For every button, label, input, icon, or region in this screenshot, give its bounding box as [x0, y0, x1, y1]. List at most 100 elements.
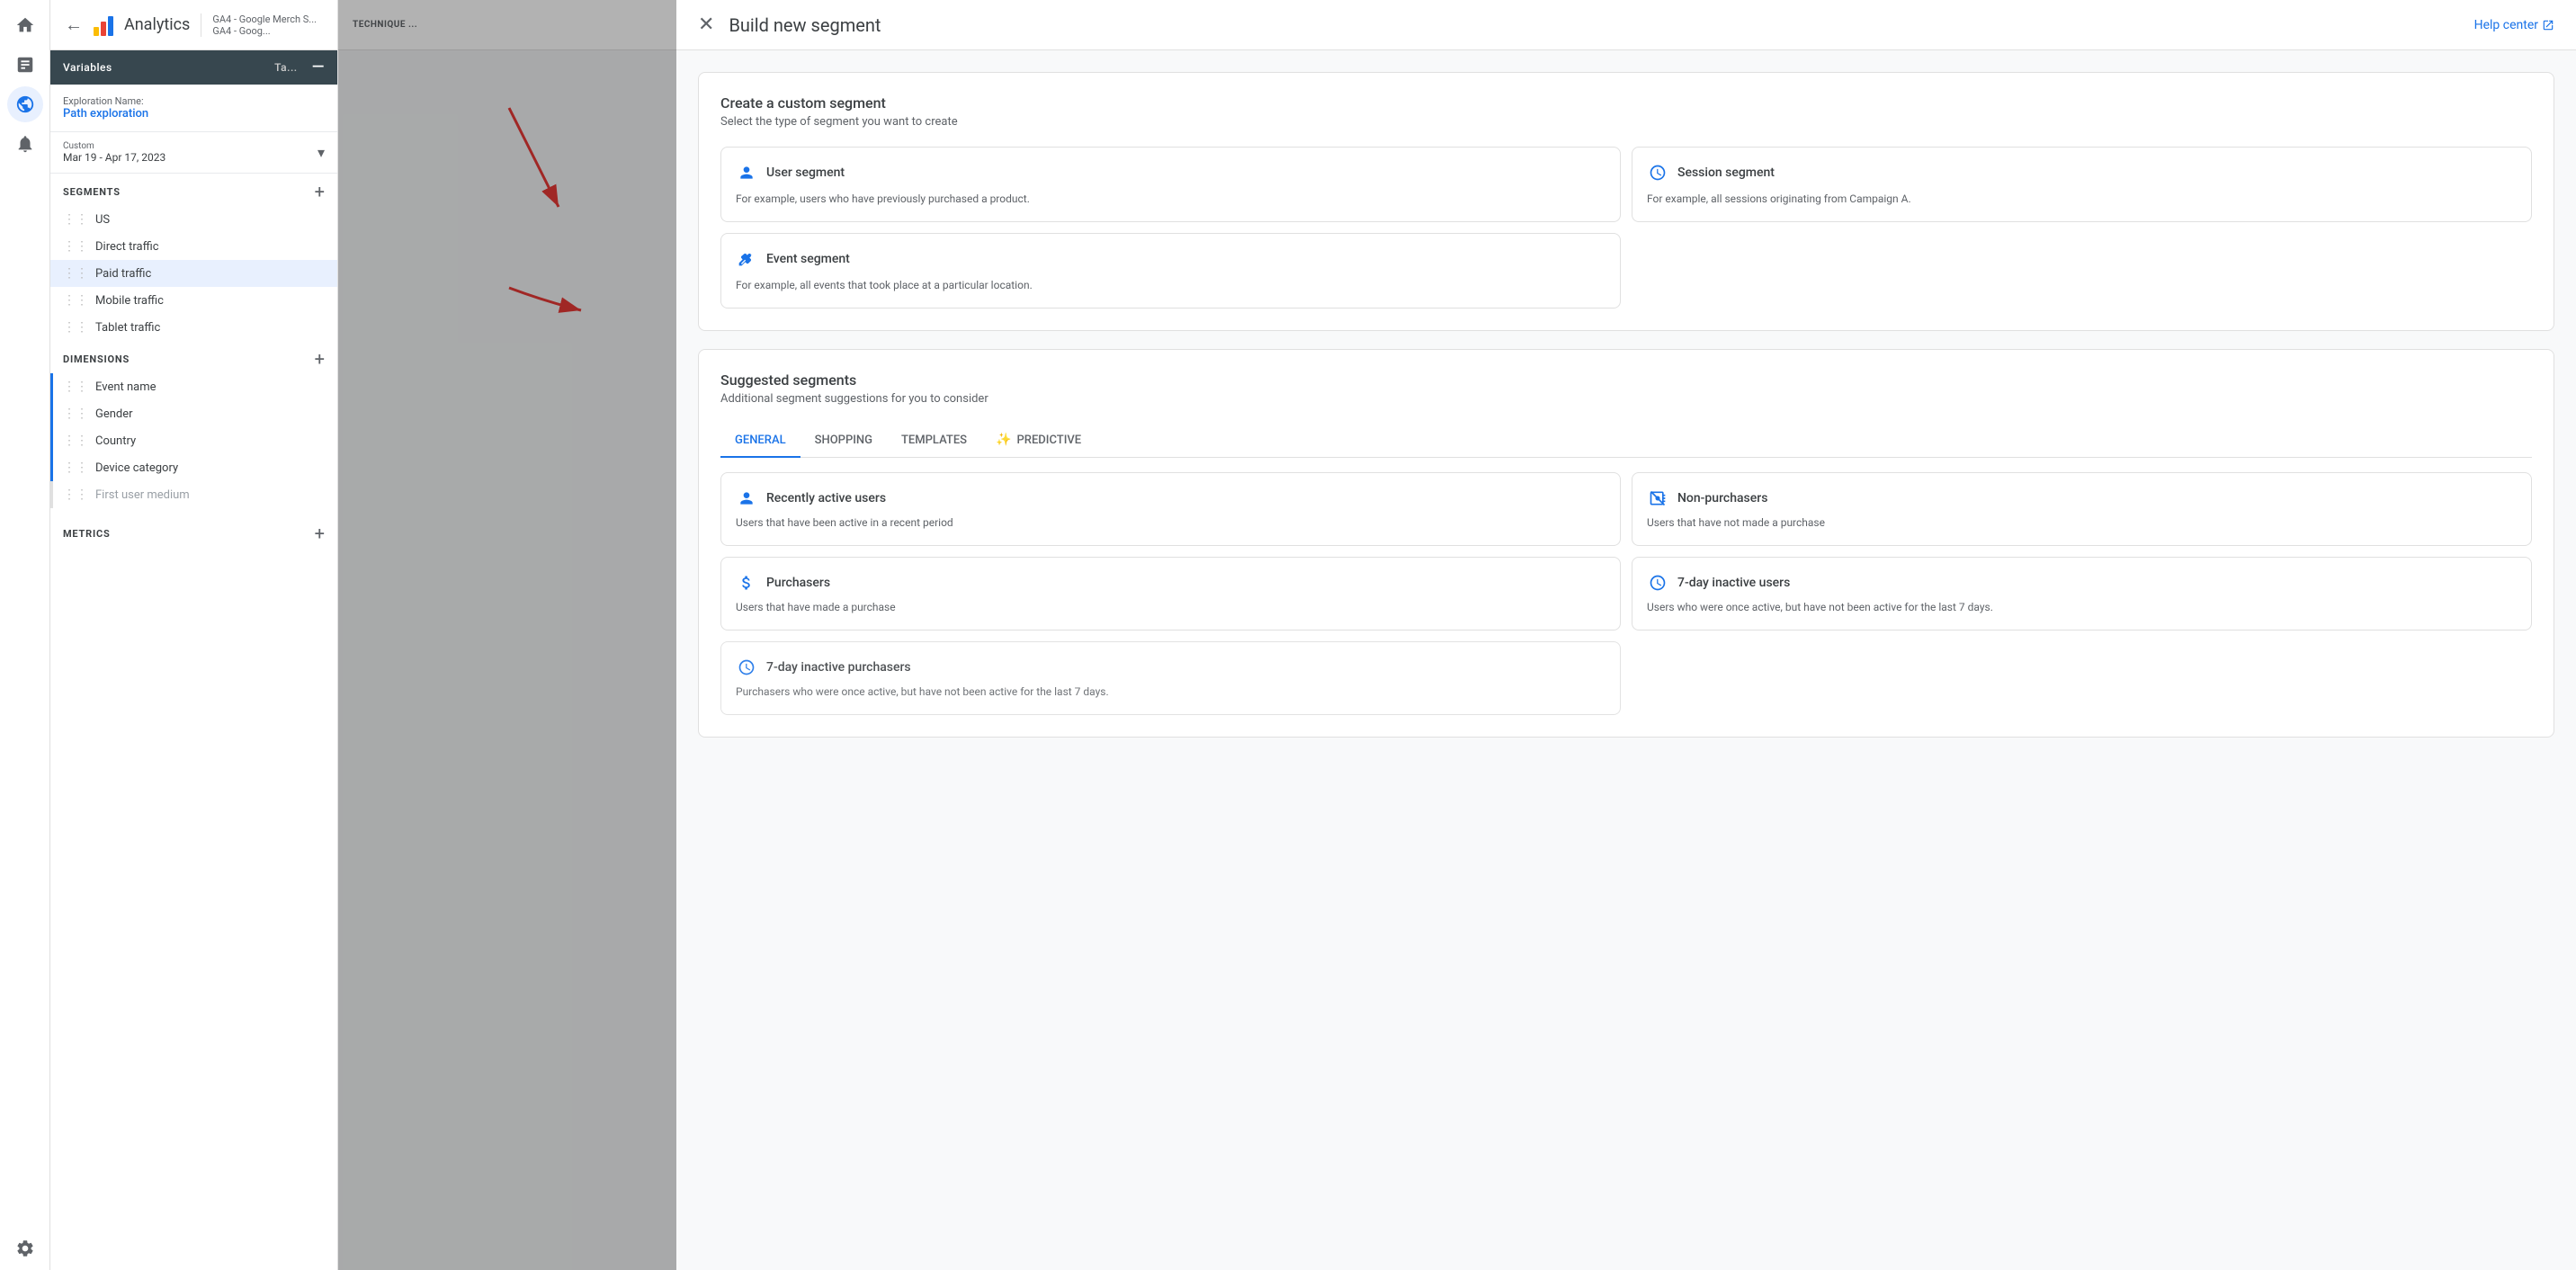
suggested-title: Suggested segments	[720, 371, 2532, 389]
tab-templates-label: TEMPLATES	[901, 434, 967, 447]
drag-handle: ⋮⋮	[63, 434, 88, 448]
modal-header-left: ✕ Build new segment	[698, 14, 881, 36]
minimize-button[interactable]: —	[312, 59, 325, 76]
purchasers-name: Purchasers	[766, 576, 830, 590]
reports-icon[interactable]	[7, 47, 43, 83]
drag-handle: ⋮⋮	[63, 380, 88, 394]
build-segment-modal: ✕ Build new segment Help center Create a…	[676, 0, 2576, 1270]
session-segment-icon	[1647, 162, 1668, 183]
help-center-label: Help center	[2474, 18, 2538, 32]
non-purchasers-name: Non-purchasers	[1677, 491, 1767, 505]
segments-title: SEGMENTS	[63, 186, 121, 198]
7day-inactive-icon	[1647, 572, 1668, 594]
custom-segment-card: Create a custom segment Select the type …	[698, 72, 2554, 331]
suggested-segments-card: Suggested segments Additional segment su…	[698, 349, 2554, 738]
segment-label-direct: Direct traffic	[95, 240, 159, 254]
dimension-gender[interactable]: ⋮⋮ Gender	[50, 400, 337, 427]
exploration-label: Exploration Name:	[63, 95, 325, 107]
back-button[interactable]: ←	[65, 13, 83, 36]
event-segment-option[interactable]: Event segment For example, all events th…	[720, 233, 1621, 309]
segment-types-grid: User segment For example, users who have…	[720, 147, 2532, 309]
segment-label-paid: Paid traffic	[95, 267, 151, 281]
date-range-section[interactable]: Custom Mar 19 - Apr 17, 2023 ▾	[50, 132, 337, 174]
dimension-country[interactable]: ⋮⋮ Country	[50, 427, 337, 454]
purchasers-icon	[736, 572, 757, 594]
tab-general[interactable]: GENERAL	[720, 425, 801, 458]
logo-bars	[94, 14, 113, 36]
session-segment-desc: For example, all sessions originating fr…	[1647, 191, 2517, 207]
date-custom-label: Custom	[63, 141, 165, 151]
suggested-recently-active[interactable]: Recently active users Users that have be…	[720, 472, 1621, 546]
suggested-7day-inactive[interactable]: 7-day inactive users Users who were once…	[1632, 557, 2532, 631]
user-segment-name: User segment	[766, 165, 845, 180]
logo-bar-3	[108, 16, 113, 36]
session-segment-option[interactable]: Session segment For example, all session…	[1632, 147, 2532, 222]
modal-overlay: ✕ Build new segment Help center Create a…	[338, 0, 2576, 1270]
session-segment-name: Session segment	[1677, 165, 1775, 180]
logo-bar-2	[101, 22, 106, 36]
metrics-title: METRICS	[63, 528, 111, 540]
predictive-icon: ✨	[996, 433, 1011, 447]
7day-inactive-name: 7-day inactive users	[1677, 576, 1790, 590]
modal-body: Create a custom segment Select the type …	[676, 50, 2576, 1270]
drag-handle: ⋮⋮	[63, 407, 88, 421]
metrics-section-header: METRICS +	[50, 515, 337, 548]
segments-section-header: SEGMENTS +	[50, 174, 337, 206]
settings-icon[interactable]	[7, 1230, 43, 1266]
add-metric-button[interactable]: +	[315, 524, 325, 542]
user-segment-desc: For example, users who have previously p…	[736, 191, 1606, 207]
segment-item-direct[interactable]: ⋮⋮ Direct traffic	[50, 233, 337, 260]
suggested-7day-inactive-purchasers[interactable]: 7-day inactive purchasers Purchasers who…	[720, 641, 1621, 715]
suggested-non-purchasers[interactable]: Non-purchasers Users that have not made …	[1632, 472, 2532, 546]
variables-title: Variables	[63, 61, 112, 74]
add-dimension-button[interactable]: +	[315, 350, 325, 368]
recently-active-name: Recently active users	[766, 491, 886, 505]
dimension-label: First user medium	[95, 488, 190, 502]
dimension-first-user-medium[interactable]: ⋮⋮ First user medium	[50, 481, 337, 508]
dimension-device[interactable]: ⋮⋮ Device category	[50, 454, 337, 481]
tab-predictive-label: PREDICTIVE	[1016, 434, 1081, 447]
event-segment-header: Event segment	[736, 248, 1606, 270]
tab-general-label: GENERAL	[735, 434, 786, 447]
variables-header: Variables Ta... —	[50, 50, 337, 85]
drag-handle: ⋮⋮	[63, 212, 88, 227]
segment-item-mobile[interactable]: ⋮⋮ Mobile traffic	[50, 287, 337, 314]
segment-label-us: US	[95, 213, 110, 227]
add-segment-button[interactable]: +	[315, 183, 325, 201]
suggested-tabs-row: GENERAL SHOPPING TEMPLATES ✨ PREDICTIVE	[720, 424, 2532, 458]
nav-icon-bar	[0, 0, 50, 1270]
user-segment-header: User segment	[736, 162, 1606, 183]
tab-predictive[interactable]: ✨ PREDICTIVE	[981, 424, 1096, 458]
account-name: GA4 - Google Merch S...GA4 - Goog...	[201, 13, 317, 37]
advertising-icon[interactable]	[7, 126, 43, 162]
segments-list: ⋮⋮ US ⋮⋮ Direct traffic ⋮⋮ Paid traffic …	[50, 206, 337, 341]
home-icon[interactable]	[7, 7, 43, 43]
segment-label-mobile: Mobile traffic	[95, 294, 164, 308]
segment-item-tablet[interactable]: ⋮⋮ Tablet traffic	[50, 314, 337, 341]
7day-inactive-desc: Users who were once active, but have not…	[1647, 599, 2517, 615]
7day-inactive-purchasers-desc: Purchasers who were once active, but hav…	[736, 684, 1606, 700]
external-link-icon	[2542, 19, 2554, 31]
segment-label-tablet: Tablet traffic	[95, 321, 160, 335]
event-segment-icon	[736, 248, 757, 270]
segment-item-paid[interactable]: ⋮⋮ Paid traffic	[50, 260, 337, 287]
exploration-value: Path exploration	[63, 107, 325, 121]
explore-icon[interactable]	[7, 86, 43, 122]
help-center-link[interactable]: Help center	[2474, 18, 2554, 32]
event-segment-name: Event segment	[766, 252, 850, 266]
tab-templates[interactable]: TEMPLATES	[887, 425, 981, 458]
main-area: TECHNIQUE ... Pa... ✕ Build new segment …	[338, 0, 2576, 1270]
dimensions-title: DIMENSIONS	[63, 353, 130, 365]
modal-title: Build new segment	[729, 14, 881, 36]
close-modal-button[interactable]: ✕	[698, 15, 714, 35]
drag-handle: ⋮⋮	[63, 461, 88, 475]
logo-bar-1	[94, 27, 99, 36]
drag-handle: ⋮⋮	[63, 293, 88, 308]
suggested-purchasers[interactable]: Purchasers Users that have made a purcha…	[720, 557, 1621, 631]
tab-shopping[interactable]: SHOPPING	[801, 425, 887, 458]
recently-active-header: Recently active users	[736, 487, 1606, 509]
user-segment-option[interactable]: User segment For example, users who have…	[720, 147, 1621, 222]
dimension-event-name[interactable]: ⋮⋮ Event name	[50, 373, 337, 400]
segment-item-us[interactable]: ⋮⋮ US	[50, 206, 337, 233]
dimensions-section-header: DIMENSIONS +	[50, 341, 337, 373]
